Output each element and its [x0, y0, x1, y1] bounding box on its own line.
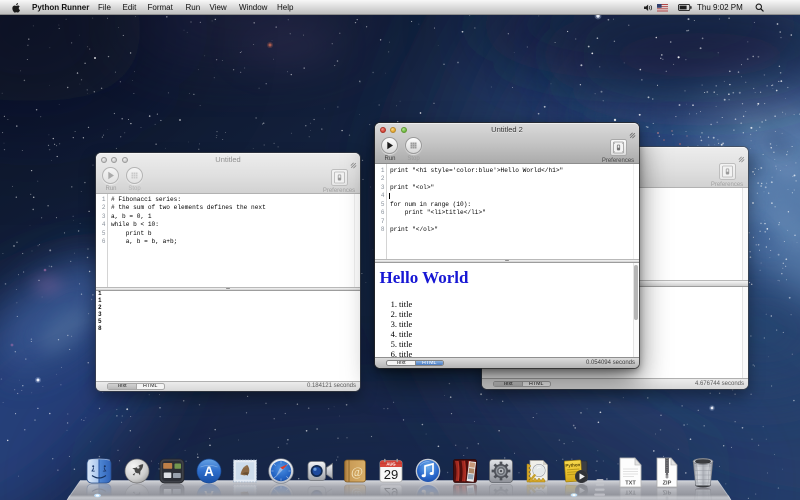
- svg-text:29: 29: [384, 467, 398, 482]
- svg-text:A: A: [204, 464, 214, 479]
- svg-text:@: @: [351, 464, 363, 479]
- svg-text:Python: Python: [565, 462, 581, 468]
- svg-text:TXT: TXT: [625, 481, 636, 487]
- svg-text:AUG: AUG: [386, 461, 395, 466]
- svg-text:ZIP: ZIP: [663, 481, 672, 487]
